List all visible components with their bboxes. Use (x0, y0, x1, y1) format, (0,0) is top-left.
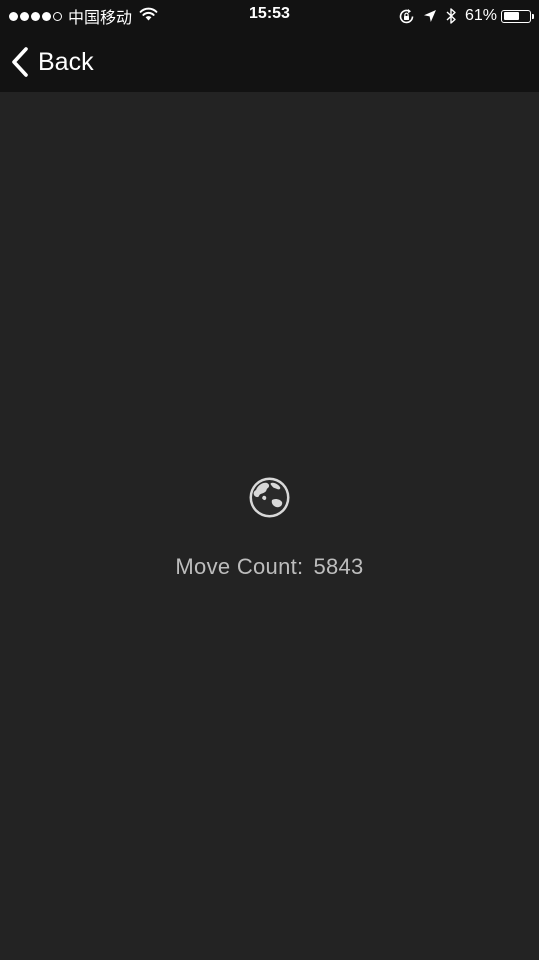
app-screen: 中国移动 15:53 61% Back Move Count: 5843 (0, 0, 539, 960)
move-count-value: 5843 (313, 554, 364, 579)
status-bar: 中国移动 15:53 61% (0, 0, 539, 32)
battery-nub (532, 13, 534, 19)
battery-percent: 61% (464, 7, 497, 24)
back-button[interactable]: Back (10, 42, 94, 82)
move-count-text: Move Count: 5843 (0, 554, 539, 580)
battery-level-fill (503, 12, 519, 20)
back-button-label: Back (38, 47, 94, 76)
status-bar-right: 61% (398, 4, 534, 28)
chevron-left-icon (12, 47, 28, 77)
orientation-lock-icon (398, 8, 415, 25)
navigation-bar: Back (0, 32, 539, 92)
battery-icon (501, 9, 534, 23)
bluetooth-icon (445, 7, 457, 25)
move-count-label: Move Count: (175, 554, 304, 579)
globe-icon (248, 476, 291, 519)
location-arrow-icon (423, 9, 437, 23)
